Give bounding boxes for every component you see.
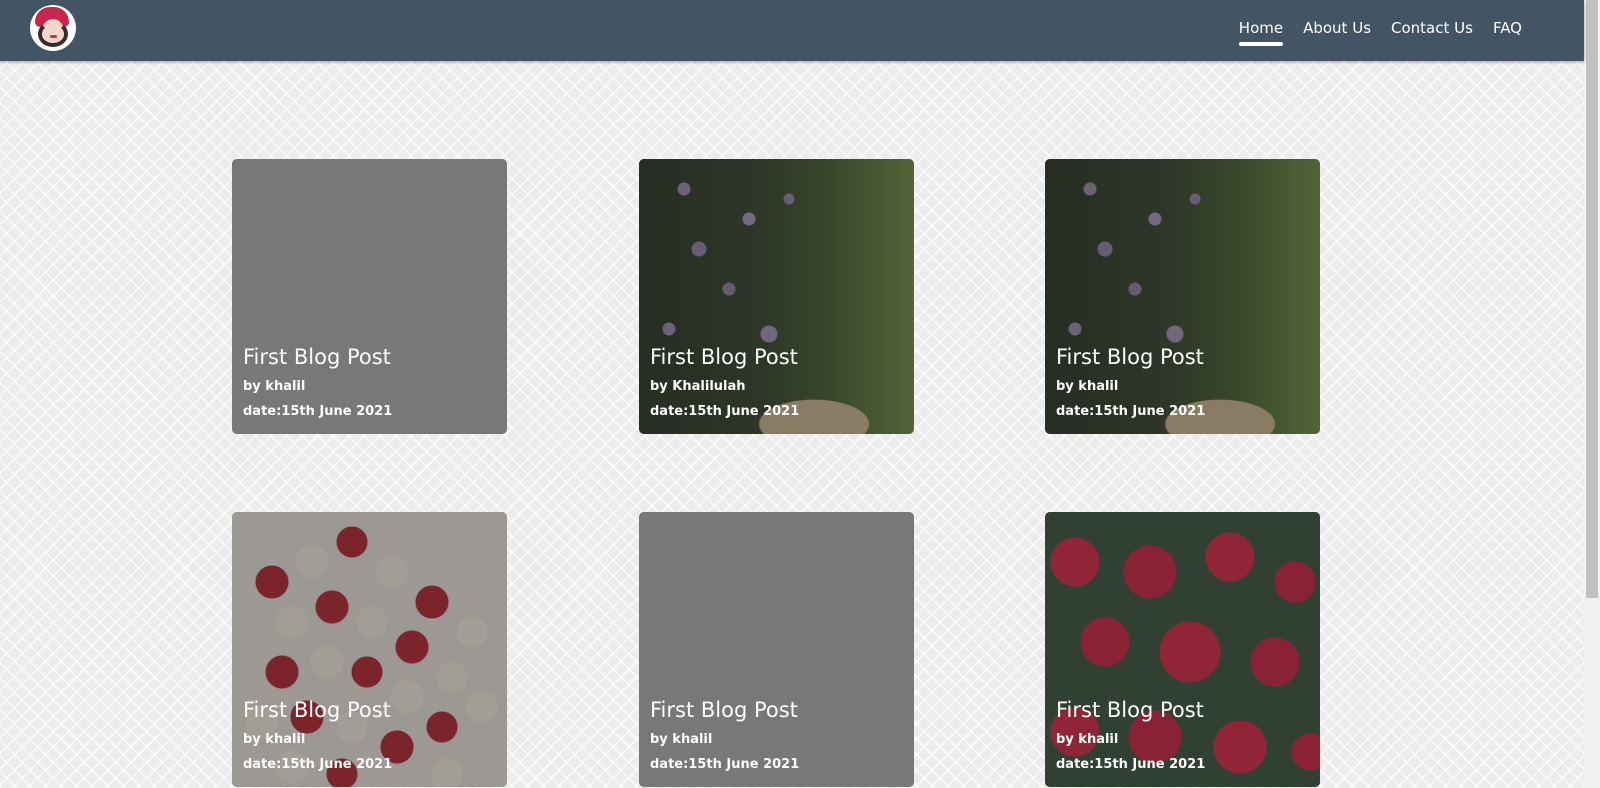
- post-date: date:15th June 2021: [650, 404, 800, 419]
- nav-link-contact-us[interactable]: Contact Us: [1391, 18, 1473, 38]
- post-author: by khalil: [243, 379, 306, 394]
- blog-post-card-2[interactable]: First Blog Post by Khalilulah date:15th …: [639, 159, 914, 434]
- post-author: by khalil: [243, 732, 306, 747]
- blog-post-card-5[interactable]: First Blog Post by khalil date:15th June…: [639, 512, 914, 787]
- blog-post-card-3[interactable]: First Blog Post by khalil date:15th June…: [1045, 159, 1320, 434]
- blog-post-card-4[interactable]: First Blog Post by khalil date:15th June…: [232, 512, 507, 787]
- scrollbar-thumb[interactable]: [1586, 0, 1598, 598]
- blog-post-card-6[interactable]: First Blog Post by khalil date:15th June…: [1045, 512, 1320, 787]
- post-author: by khalil: [650, 732, 713, 747]
- post-date: date:15th June 2021: [650, 757, 800, 772]
- nav-links: Home About Us Contact Us FAQ: [1238, 18, 1522, 46]
- post-author: by khalil: [1056, 732, 1119, 747]
- navbar: Home About Us Contact Us FAQ: [0, 0, 1584, 61]
- page-scrollbar[interactable]: [1584, 0, 1600, 788]
- post-author: by khalil: [1056, 379, 1119, 394]
- avatar-logo-icon[interactable]: [30, 5, 76, 51]
- post-date: date:15th June 2021: [1056, 757, 1206, 772]
- nav-link-about-us[interactable]: About Us: [1303, 18, 1371, 38]
- post-title: First Blog Post: [650, 698, 798, 722]
- post-title: First Blog Post: [243, 345, 391, 369]
- nav-link-faq[interactable]: FAQ: [1493, 18, 1522, 38]
- nav-link-home[interactable]: Home: [1238, 18, 1284, 46]
- post-title: First Blog Post: [1056, 698, 1204, 722]
- post-date: date:15th June 2021: [1056, 404, 1206, 419]
- post-date: date:15th June 2021: [243, 757, 393, 772]
- post-date: date:15th June 2021: [243, 404, 393, 419]
- post-title: First Blog Post: [1056, 345, 1204, 369]
- blog-post-card-1[interactable]: First Blog Post by khalil date:15th June…: [232, 159, 507, 434]
- post-title: First Blog Post: [243, 698, 391, 722]
- post-author: by Khalilulah: [650, 379, 746, 394]
- post-title: First Blog Post: [650, 345, 798, 369]
